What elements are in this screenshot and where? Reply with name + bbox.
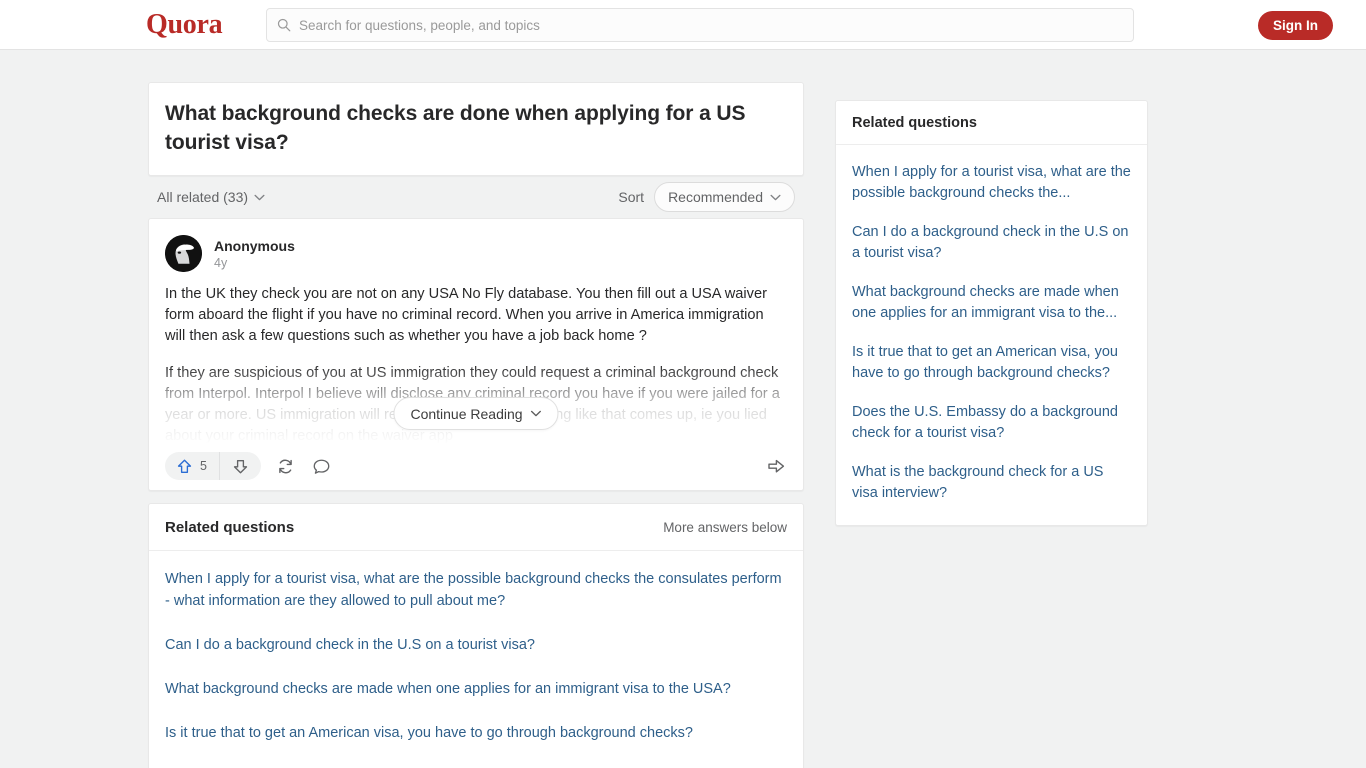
author-name[interactable]: Anonymous (214, 237, 295, 255)
avatar[interactable] (165, 235, 202, 272)
sort-value: Recommended (668, 189, 763, 205)
answer-action-bar: 5 (165, 444, 787, 490)
chevron-down-icon (531, 410, 542, 417)
related-questions-list: When I apply for a tourist visa, what ar… (149, 551, 803, 768)
related-question-link[interactable]: Can I do a background check in the U.S o… (149, 623, 803, 667)
related-question-link[interactable]: Is it true that to get an American visa,… (149, 711, 803, 755)
all-related-filter[interactable]: All related (33) (157, 189, 265, 205)
comment-icon (314, 459, 330, 474)
answer-timestamp: 4y (214, 255, 228, 270)
sidebar-related-question-link[interactable]: Is it true that to get an American visa,… (836, 333, 1147, 393)
sidebar-related-questions-list: When I apply for a tourist visa, what ar… (836, 145, 1147, 525)
answer-paragraph-1: In the UK they check you are not on any … (165, 286, 767, 344)
continue-reading-button[interactable]: Continue Reading (393, 397, 559, 430)
share-arrow-icon (768, 459, 785, 473)
repost-icon (279, 459, 293, 473)
search-icon (277, 18, 291, 32)
answer-actions-left: 5 (165, 452, 333, 480)
related-question-link[interactable]: What background checks are made when one… (149, 667, 803, 711)
chevron-down-icon (254, 194, 265, 200)
all-related-label: All related (33) (157, 189, 249, 205)
sort-dropdown[interactable]: Recommended (654, 182, 795, 212)
answer-body: In the UK they check you are not on any … (165, 284, 787, 444)
related-questions-header: Related questions More answers below (149, 504, 803, 551)
upvote-button[interactable]: 5 (165, 452, 220, 480)
upvote-count: 5 (200, 459, 207, 473)
more-answers-below-label[interactable]: More answers below (663, 520, 787, 535)
sort-label: Sort (618, 189, 645, 205)
related-questions-title: Related questions (165, 519, 295, 536)
sidebar-related-questions-card: Related questions When I apply for a tou… (835, 100, 1148, 526)
sidebar-related-question-link[interactable]: Can I do a background check in the U.S o… (836, 213, 1147, 273)
search-input[interactable] (299, 17, 1123, 33)
sidebar-related-question-link[interactable]: What background checks are made when one… (836, 273, 1147, 333)
sidebar-title: Related questions (836, 101, 1147, 145)
downvote-arrow-icon (233, 459, 248, 473)
repost-button[interactable] (275, 455, 297, 477)
anonymous-avatar-icon (165, 235, 202, 272)
sort-group: Sort Recommended (618, 182, 795, 212)
share-button[interactable] (765, 455, 787, 477)
vote-pill: 5 (165, 452, 261, 480)
question-card: What background checks are done when app… (148, 82, 804, 176)
related-questions-card: Related questions More answers below Whe… (148, 503, 804, 768)
main-column: What background checks are done when app… (148, 82, 804, 768)
answer-author-meta: Anonymous 4y (214, 237, 295, 271)
answers-filter-bar: All related (33) Sort Recommended (148, 176, 804, 218)
continue-reading-label: Continue Reading (410, 405, 523, 422)
site-header: Quora Sign In (0, 0, 1366, 50)
page-title: What background checks are done when app… (165, 102, 746, 154)
upvote-arrow-icon (177, 459, 192, 473)
sign-in-button[interactable]: Sign In (1258, 11, 1333, 40)
comment-button[interactable] (311, 455, 333, 477)
related-question-link[interactable]: Does the U.S. Embassy do a background ch… (149, 755, 803, 768)
related-question-link[interactable]: When I apply for a tourist visa, what ar… (149, 557, 803, 623)
sidebar: Related questions When I apply for a tou… (835, 100, 1148, 526)
answer-author-row: Anonymous 4y (165, 235, 787, 272)
downvote-button[interactable] (220, 452, 261, 480)
sidebar-related-question-link[interactable]: Does the U.S. Embassy do a background ch… (836, 393, 1147, 453)
page-body: What background checks are done when app… (0, 50, 1366, 768)
search-bar[interactable] (266, 8, 1134, 42)
quora-logo[interactable]: Quora (146, 9, 223, 41)
chevron-down-icon (770, 194, 781, 200)
sidebar-related-question-link[interactable]: What is the background check for a US vi… (836, 453, 1147, 513)
answer-card: Anonymous 4y In the UK they check you ar… (148, 218, 804, 491)
sidebar-related-question-link[interactable]: When I apply for a tourist visa, what ar… (836, 153, 1147, 213)
